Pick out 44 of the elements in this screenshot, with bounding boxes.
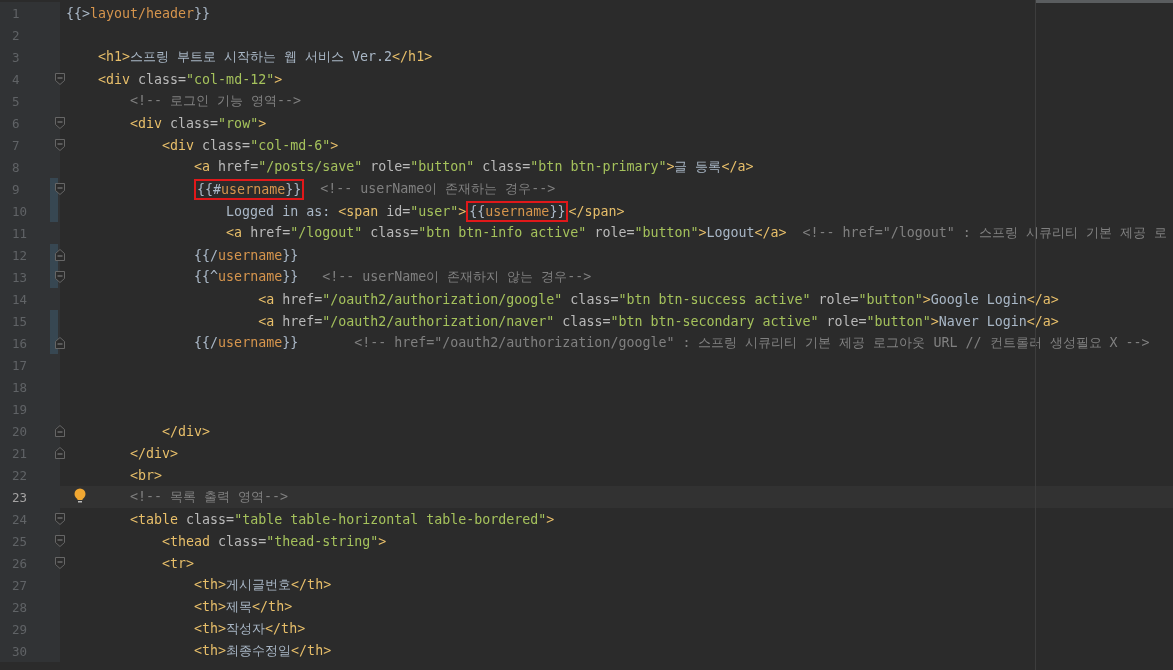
code-text: {{^username}} <!-- userName이 존재하지 않는 경우-->	[194, 268, 592, 286]
line-number: 23	[11, 489, 29, 505]
code-text: <!-- 목록 출력 영역-->	[130, 488, 289, 506]
code-text: <th>최종수정일</th>	[194, 642, 332, 660]
fold-icon[interactable]	[55, 183, 65, 195]
code-text: </div>	[162, 423, 211, 439]
code-text: {{>layout/header}}	[66, 5, 211, 21]
fold-icon[interactable]	[55, 139, 65, 151]
fold-icon[interactable]	[55, 535, 65, 547]
code-text: <a href="/oauth2/authorization/google" class="btn btn-success active" role="button">Google Login</a>	[258, 291, 1059, 307]
code-text: </div>	[130, 445, 179, 461]
code-text: <div class="row">	[130, 115, 267, 131]
code-text: <div class="col-md-12">	[98, 71, 283, 87]
code-text: <!-- userName이 존재하는 경우-->	[319, 180, 556, 198]
code-text: <table class="table table-horizontal table-bordered">	[130, 511, 555, 527]
code-text: <thead class="thead-string">	[162, 533, 387, 549]
code-text: <tr>	[162, 555, 195, 571]
fold-icon[interactable]	[55, 249, 65, 261]
fold-icon[interactable]	[55, 447, 65, 459]
code-text: Logged in as: <span id="user">	[226, 203, 467, 219]
fold-icon[interactable]	[55, 73, 65, 85]
highlight-box: {{#username}}	[197, 181, 302, 197]
code-text: <br>	[130, 467, 163, 483]
code-text: <!-- 로그인 기능 영역-->	[130, 92, 302, 110]
fold-icon[interactable]	[55, 117, 65, 129]
lightbulb-icon[interactable]	[74, 488, 86, 504]
code-text: <th>작성자</th>	[194, 620, 306, 638]
code-text: </span>	[568, 203, 625, 219]
fold-icon[interactable]	[55, 271, 65, 283]
code-text: <div class="col-md-6">	[162, 137, 339, 153]
fold-icon[interactable]	[55, 425, 65, 437]
code-text: <h1>스프링 부트로 시작하는 웹 서비스 Ver.2</h1>	[98, 48, 433, 66]
code-text: <a href="/oauth2/authorization/naver" class="btn btn-secondary active" role="button">Naver Login</a>	[258, 313, 1059, 329]
code-text: <a href="/logout" class="btn btn-info active" role="button">Logout</a> <!-- href="/logout" : 스프링 시큐리티 기본 제공 로	[226, 224, 1167, 242]
scrollbar-thumb[interactable]	[1036, 0, 1173, 3]
code-text: {{/username}} <!-- href="/oauth2/authorization/google" : 스프링 시큐리티 기본 제공 로그아웃 URL // 컨트롤러 생성필요 X -->	[194, 334, 1150, 352]
highlight-box: {{username}}	[469, 203, 566, 219]
code-text: <th>제목</th>	[194, 598, 293, 616]
fold-icon[interactable]	[55, 337, 65, 349]
code-text: {{/username}}	[194, 247, 299, 263]
code-text: <th>게시글번호</th>	[194, 576, 332, 594]
code-text: <a href="/posts/save" role="button" class="btn btn-primary">글 등록</a>	[194, 158, 754, 176]
fold-icon[interactable]	[55, 557, 65, 569]
fold-icon[interactable]	[55, 513, 65, 525]
